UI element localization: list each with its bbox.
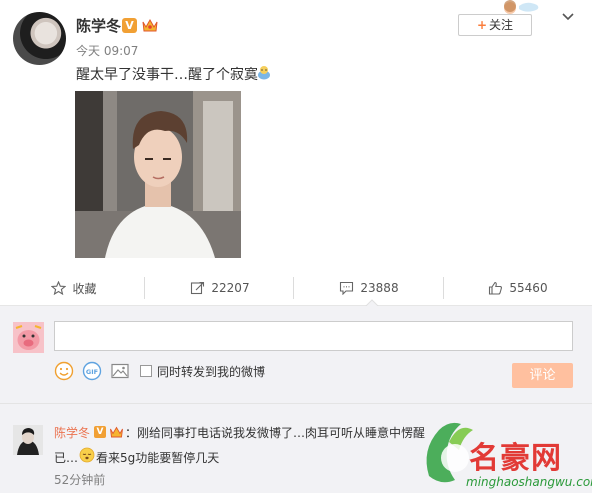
svg-text:GIF: GIF xyxy=(86,368,98,376)
sleepy-emoji-icon xyxy=(258,66,270,80)
gif-icon[interactable]: GIF xyxy=(82,361,102,381)
like-count: 55460 xyxy=(509,281,548,295)
divider xyxy=(293,277,294,299)
sleepy-face-emoji-icon xyxy=(79,447,95,463)
chevron-down-icon[interactable] xyxy=(561,12,575,22)
crown-vip-icon xyxy=(142,18,158,32)
comment-text-line2-start: 已… xyxy=(54,451,79,465)
star-icon xyxy=(51,281,67,295)
image-icon[interactable] xyxy=(110,361,130,381)
comment-separator: ： xyxy=(125,426,138,440)
comment-count: 23888 xyxy=(360,281,399,295)
commenter-verified-v-icon: V xyxy=(94,426,106,438)
comment-text-line1: ：刚给同事打电话说我发微博了…肉耳可听从睡意中愣醒 xyxy=(125,424,425,441)
comment-text-line2-end: 看来5g功能要暂停几天 xyxy=(96,451,220,465)
follow-plus-icon: + xyxy=(476,18,488,32)
repost-checkbox[interactable] xyxy=(140,365,152,377)
divider xyxy=(144,277,145,299)
comment-timestamp: 52分钟前 xyxy=(54,473,106,487)
verified-v-icon: V xyxy=(122,18,137,33)
commenter-crown-icon xyxy=(110,426,123,438)
follow-button[interactable]: + 关注 xyxy=(458,14,532,36)
action-bar: 收藏 22207 23888 55460 xyxy=(0,270,592,306)
post-timestamp[interactable]: 今天 09:07 xyxy=(76,42,138,59)
repost-button[interactable]: 22207 xyxy=(146,270,294,306)
pig-avatar-icon xyxy=(13,322,44,353)
post-photo[interactable] xyxy=(75,91,241,258)
submit-comment-button[interactable]: 评论 xyxy=(512,363,573,388)
favorite-button[interactable]: 收藏 xyxy=(0,270,148,306)
repost-count: 22207 xyxy=(211,281,250,295)
comment-input[interactable] xyxy=(54,321,573,351)
watermark-title: 名豪网 xyxy=(469,441,562,476)
repost-icon xyxy=(191,281,205,295)
like-button[interactable]: 55460 xyxy=(444,270,592,306)
commenter-name[interactable]: 陈学冬 xyxy=(54,424,90,441)
commenter-avatar-image xyxy=(13,425,43,455)
favorite-label: 收藏 xyxy=(72,281,97,296)
commenter-avatar[interactable] xyxy=(13,425,43,455)
watermark-url: minghaoshangwu.com xyxy=(466,475,592,489)
author-name[interactable]: 陈学冬 xyxy=(76,15,121,36)
weibo-post-card: 陈学冬 V + 关注 今天 09:07 醒太早了没事干…醒了个寂寞 收藏 222… xyxy=(0,0,592,493)
composer-toolbar: GIF 同时转发到我的微博 xyxy=(54,361,265,381)
portrait-image xyxy=(75,91,241,258)
follow-label: 关注 xyxy=(489,18,514,32)
comment-icon xyxy=(340,281,354,295)
comment-text: 刚给同事打电话说我发微博了…肉耳可听从睡意中愣醒 xyxy=(137,426,426,440)
post-text: 醒太早了没事干…醒了个寂寞 xyxy=(76,67,258,83)
emoji-icon[interactable] xyxy=(54,361,74,381)
repost-checkbox-label[interactable]: 同时转发到我的微博 xyxy=(157,363,265,380)
divider xyxy=(0,403,592,404)
author-avatar[interactable] xyxy=(13,12,66,65)
my-avatar xyxy=(13,322,44,353)
thumbs-up-icon xyxy=(489,281,503,295)
